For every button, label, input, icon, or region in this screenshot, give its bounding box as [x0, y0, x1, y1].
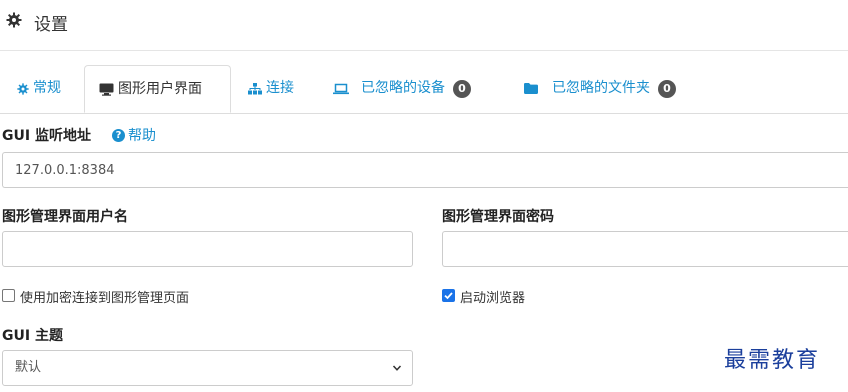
gui-address-input[interactable] — [2, 152, 848, 188]
checkbox-checked-icon — [442, 289, 455, 302]
tab-label: 图形用户界面 — [118, 81, 202, 97]
tab-label: 常规 — [33, 80, 61, 96]
ignored-devices-count-badge: 0 — [453, 79, 471, 98]
tab-general[interactable]: 常规 — [17, 65, 61, 112]
question-circle-icon: ? — [112, 128, 125, 142]
sitemap-icon — [248, 82, 262, 94]
gear-icon — [6, 12, 22, 28]
help-label: 帮助 — [128, 128, 156, 144]
page-title: 设置 — [34, 15, 68, 35]
tab-ignored-devices[interactable]: 已忽略的设备 0 — [333, 65, 471, 112]
settings-tabs: 常规 图形用户界面 连接 已忽略的设备 0 已忽略的文件夹 0 — [0, 65, 848, 114]
watermark: 最需教育 — [724, 348, 821, 373]
username-label: 图形管理界面用户名 — [2, 209, 128, 225]
settings-header: 设置 — [0, 0, 848, 51]
start-browser-checkbox[interactable]: 启动浏览器 — [442, 287, 525, 306]
start-browser-label: 启动浏览器 — [460, 291, 526, 306]
folder-icon — [524, 83, 538, 94]
theme-select[interactable]: 默认 — [2, 350, 413, 386]
tab-label: 连接 — [266, 80, 294, 96]
use-tls-checkbox[interactable]: 使用加密连接到图形管理页面 — [2, 287, 189, 306]
chevron-down-icon — [392, 365, 402, 371]
gear-icon — [17, 82, 29, 95]
tab-label: 已忽略的设备 — [361, 80, 445, 96]
ignored-folders-count-badge: 0 — [658, 79, 676, 98]
theme-selected-value: 默认 — [15, 360, 42, 375]
password-label: 图形管理界面密码 — [442, 209, 554, 225]
tab-gui[interactable]: 图形用户界面 — [84, 65, 231, 113]
monitor-icon — [99, 83, 114, 96]
username-input[interactable] — [2, 231, 413, 267]
theme-label: GUI 主题 — [2, 328, 63, 344]
password-input[interactable] — [442, 231, 848, 267]
tab-label: 已忽略的文件夹 — [552, 80, 650, 96]
checkbox-unchecked-icon — [2, 289, 15, 302]
laptop-icon — [333, 83, 349, 94]
gui-address-label: GUI 监听地址 — [2, 128, 91, 144]
use-tls-label: 使用加密连接到图形管理页面 — [20, 291, 190, 306]
tab-connections[interactable]: 连接 — [248, 65, 294, 112]
help-link[interactable]: ? 帮助 — [112, 125, 156, 145]
tab-ignored-folders[interactable]: 已忽略的文件夹 0 — [524, 65, 676, 112]
